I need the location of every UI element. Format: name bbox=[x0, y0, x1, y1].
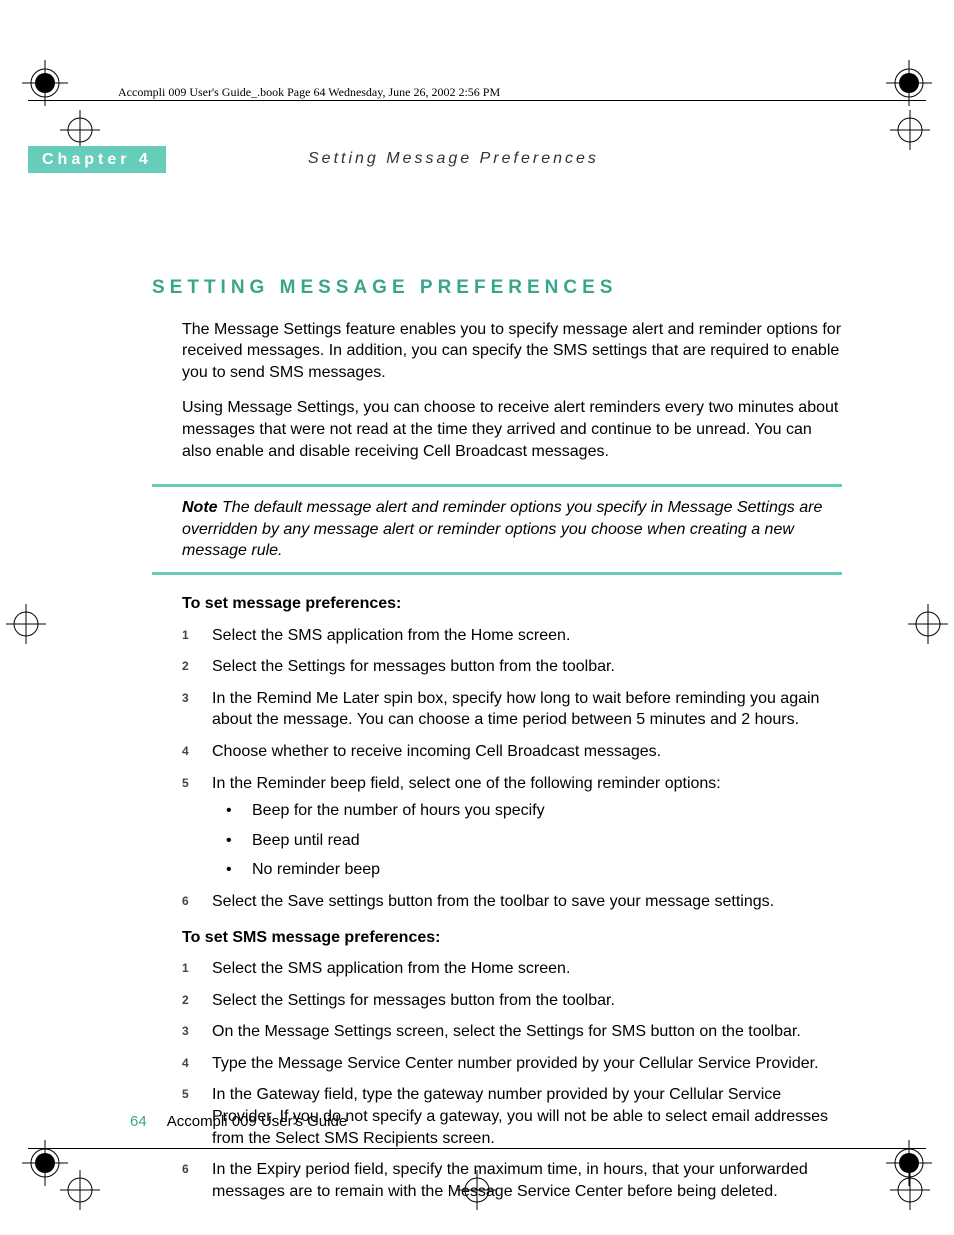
footer-title: Accompli 009 User's Guide bbox=[167, 1113, 347, 1130]
crosshair-icon bbox=[908, 604, 948, 644]
step-text: Select the SMS application from the Home… bbox=[212, 627, 570, 644]
intro-paragraph: The Message Settings feature enables you… bbox=[152, 319, 842, 384]
crosshair-icon bbox=[890, 110, 930, 150]
step: 4 Type the Message Service Center number … bbox=[152, 1053, 842, 1075]
step-text: Select the Settings for messages button … bbox=[212, 658, 615, 675]
step: 2 Select the Settings for messages button… bbox=[152, 990, 842, 1012]
crosshair-icon bbox=[60, 110, 100, 150]
step-number: 6 bbox=[182, 1161, 189, 1177]
step: 6 Select the Save settings button from th… bbox=[152, 891, 842, 913]
step: 1 Select the SMS application from the Hom… bbox=[152, 625, 842, 647]
step-number: 2 bbox=[182, 658, 189, 674]
section-heading: SETTING MESSAGE PREFERENCES bbox=[152, 275, 842, 301]
reg-mark-icon bbox=[886, 60, 932, 106]
bookline: Accompli 009 User's Guide_.book Page 64 … bbox=[118, 85, 500, 100]
step-text: On the Message Settings screen, select t… bbox=[212, 1023, 801, 1040]
reg-mark-icon bbox=[22, 60, 68, 106]
crosshair-icon bbox=[890, 1170, 930, 1210]
note-text: The default message alert and reminder o… bbox=[182, 499, 822, 559]
chapter-badge: Chapter 4 bbox=[28, 146, 166, 173]
crop-line-top bbox=[28, 100, 926, 101]
step-text: Select the Settings for messages button … bbox=[212, 992, 615, 1009]
step-number: 5 bbox=[182, 775, 189, 791]
bullet-item: Beep for the number of hours you specify bbox=[212, 800, 842, 822]
procedure-steps: 1 Select the SMS application from the Hom… bbox=[152, 958, 842, 1202]
page-number: 64 bbox=[130, 1113, 147, 1130]
content: SETTING MESSAGE PREFERENCES The Message … bbox=[152, 275, 842, 1216]
step: 1 Select the SMS application from the Hom… bbox=[152, 958, 842, 980]
step: 5 In the Reminder beep field, select one … bbox=[152, 773, 842, 881]
step-number: 1 bbox=[182, 960, 189, 976]
procedure-steps: 1 Select the SMS application from the Hom… bbox=[152, 625, 842, 913]
step-number: 4 bbox=[182, 1055, 189, 1071]
step-text: In the Remind Me Later spin box, specify… bbox=[212, 690, 819, 729]
note-block: Note The default message alert and remin… bbox=[152, 484, 842, 575]
procedure-title: To set message preferences: bbox=[152, 593, 842, 615]
procedure-title: To set SMS message preferences: bbox=[152, 927, 842, 949]
crosshair-icon bbox=[60, 1170, 100, 1210]
step-text: Select the Save settings button from the… bbox=[212, 893, 774, 910]
step-number: 2 bbox=[182, 992, 189, 1008]
bullet-list: Beep for the number of hours you specify… bbox=[212, 800, 842, 881]
step-text: In the Reminder beep field, select one o… bbox=[212, 775, 721, 792]
step-number: 4 bbox=[182, 743, 189, 759]
step-number: 3 bbox=[182, 1023, 189, 1039]
crosshair-icon bbox=[6, 604, 46, 644]
note-label: Note bbox=[182, 499, 218, 516]
step: 3 In the Remind Me Later spin box, specif… bbox=[152, 688, 842, 731]
step-text: Select the SMS application from the Home… bbox=[212, 960, 570, 977]
bullet-item: No reminder beep bbox=[212, 859, 842, 881]
footer-separator bbox=[151, 1113, 164, 1130]
step-text: In the Expiry period field, specify the … bbox=[212, 1161, 808, 1200]
step-number: 5 bbox=[182, 1086, 189, 1102]
step-number: 1 bbox=[182, 627, 189, 643]
step: 3 On the Message Settings screen, select … bbox=[152, 1021, 842, 1043]
step: 2 Select the Settings for messages button… bbox=[152, 656, 842, 678]
bullet-item: Beep until read bbox=[212, 830, 842, 852]
step: 4 Choose whether to receive incoming Cell… bbox=[152, 741, 842, 763]
page: Accompli 009 User's Guide_.book Page 64 … bbox=[0, 0, 954, 1235]
step-text: Type the Message Service Center number p… bbox=[212, 1055, 819, 1072]
chapter-title: Setting Message Preferences bbox=[308, 150, 599, 168]
footer: 64 Accompli 009 User's Guide bbox=[130, 1113, 347, 1130]
step-number: 3 bbox=[182, 690, 189, 706]
step: 6 In the Expiry period field, specify the… bbox=[152, 1159, 842, 1202]
step-text: Choose whether to receive incoming Cell … bbox=[212, 743, 661, 760]
intro-paragraph: Using Message Settings, you can choose t… bbox=[152, 397, 842, 462]
step-number: 6 bbox=[182, 893, 189, 909]
